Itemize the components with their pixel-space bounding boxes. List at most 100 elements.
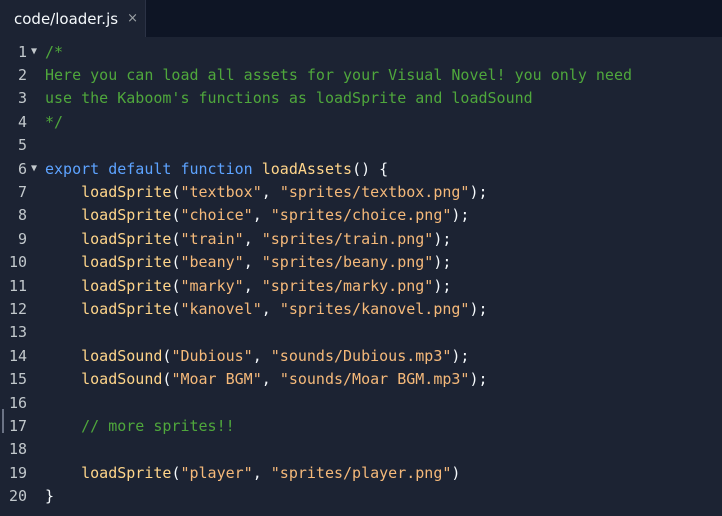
line-number: 6 xyxy=(17,159,27,178)
code-editor[interactable]: 1 ▼/* 2 Here you can load all assets for yo… xyxy=(0,40,722,516)
code-text: use the Kaboom's functions as loadSprite… xyxy=(45,89,533,107)
code-token-func: loadSprite xyxy=(81,206,172,225)
code-token-punct xyxy=(45,253,81,271)
code-text: export default function loadAssets() { xyxy=(45,160,388,178)
code-token-func: loadSound xyxy=(81,346,163,365)
tab-loader-js[interactable]: code/loader.js × xyxy=(0,0,146,37)
code-line[interactable]: 18 xyxy=(0,438,722,461)
line-number: 2 xyxy=(17,66,27,85)
code-token-keyword: default xyxy=(108,159,172,178)
code-line[interactable]: 1 ▼/* xyxy=(0,40,722,63)
code-line[interactable]: 15 loadSound("Moar BGM", "sounds/Moar BG… xyxy=(0,368,722,391)
code-line[interactable]: 14 loadSound("Dubious", "sounds/Dubious.… xyxy=(0,344,722,367)
code-token-string: "sounds/Moar BGM.mp3" xyxy=(279,370,470,389)
code-token-comment: /* xyxy=(45,42,64,61)
code-token-func: loadSprite xyxy=(81,463,172,482)
code-text: */ xyxy=(45,113,63,131)
code-line[interactable]: 13 xyxy=(0,321,722,344)
tab-bar: code/loader.js × xyxy=(0,0,722,37)
code-token-punct: ); xyxy=(451,346,470,365)
line-number: 18 xyxy=(8,440,27,459)
code-text: loadSound("Dubious", "sounds/Dubious.mp3… xyxy=(45,347,469,365)
code-token-punct: , xyxy=(243,253,262,272)
code-token-func: loadSprite xyxy=(81,183,172,202)
code-token-keyword: export xyxy=(45,159,100,178)
code-token-string: "player" xyxy=(180,463,253,482)
code-token-punct xyxy=(253,160,262,178)
code-token-comment: use the Kaboom's functions as loadSprite… xyxy=(45,89,533,108)
line-number: 5 xyxy=(17,136,27,155)
code-token-punct: ); xyxy=(451,206,470,225)
code-line[interactable]: 20} xyxy=(0,485,722,508)
code-line[interactable]: 4 */ xyxy=(0,110,722,133)
close-icon[interactable]: × xyxy=(127,11,138,26)
code-token-punct xyxy=(45,230,81,248)
code-line[interactable]: 11 loadSprite("marky", "sprites/marky.pn… xyxy=(0,274,722,297)
tab-title: code/loader.js xyxy=(14,9,119,28)
code-token-string: "sounds/Dubious.mp3" xyxy=(270,346,452,365)
line-number: 7 xyxy=(17,183,27,202)
code-token-punct xyxy=(45,370,81,388)
code-token-punct xyxy=(45,417,81,435)
code-token-string: "sprites/train.png" xyxy=(261,229,434,248)
line-number: 17 xyxy=(8,417,27,436)
code-token-punct: () { xyxy=(352,159,389,178)
code-token-func: loadSprite xyxy=(81,276,172,295)
code-line[interactable]: 3 use the Kaboom's functions as loadSprit… xyxy=(0,87,722,110)
line-number: 12 xyxy=(8,300,27,319)
code-line[interactable]: 7 loadSprite("textbox", "sprites/textbox… xyxy=(0,180,722,203)
code-line[interactable]: 16 xyxy=(0,391,722,414)
code-text: // more sprites!! xyxy=(45,417,235,435)
code-line[interactable]: 5 xyxy=(0,134,722,157)
code-token-punct: ); xyxy=(469,370,488,389)
code-line[interactable]: 9 loadSprite("train", "sprites/train.png… xyxy=(0,227,722,250)
code-token-punct: , xyxy=(252,463,271,482)
code-line[interactable]: 12 loadSprite("kanovel", "sprites/kanove… xyxy=(0,297,722,320)
code-text: loadSprite("textbox", "sprites/textbox.p… xyxy=(45,183,488,202)
code-line[interactable]: 19 loadSprite("player", "sprites/player.… xyxy=(0,461,722,484)
code-token-punct xyxy=(99,160,108,178)
fold-arrow-icon[interactable]: ▼ xyxy=(31,46,45,57)
code-line[interactable]: 10 loadSprite("beany", "sprites/beany.pn… xyxy=(0,251,722,274)
code-line[interactable]: 6 ▼ export default function loadAssets() { xyxy=(0,157,722,180)
code-token-keyword: function xyxy=(180,159,253,178)
code-token-punct: ); xyxy=(433,253,452,272)
code-token-punct xyxy=(45,347,81,365)
code-token-punct: , xyxy=(243,276,262,295)
code-token-punct: } xyxy=(45,487,55,506)
code-token-string: "sprites/player.png" xyxy=(270,463,452,482)
code-text: /* xyxy=(45,43,63,61)
line-number: 19 xyxy=(8,463,27,482)
code-line[interactable]: 17 // more sprites!! xyxy=(0,414,722,437)
code-text: loadSound("Moar BGM", "sounds/Moar BGM.m… xyxy=(45,370,488,389)
line-number: 3 xyxy=(17,89,27,108)
code-line[interactable]: 8 loadSprite("choice", "sprites/choice.p… xyxy=(0,204,722,227)
line-number: 14 xyxy=(8,346,27,365)
code-text: loadSprite("beany", "sprites/beany.png")… xyxy=(45,253,451,271)
code-token-string: "train" xyxy=(180,229,244,248)
line-number: 11 xyxy=(8,276,27,295)
code-token-punct: , xyxy=(252,206,271,225)
code-text: loadSprite("player", "sprites/player.png… xyxy=(45,464,460,482)
code-token-punct xyxy=(45,277,81,295)
fold-arrow-icon[interactable]: ▼ xyxy=(31,163,45,174)
code-token-string: "sprites/beany.png" xyxy=(261,253,434,272)
line-number: 16 xyxy=(8,393,27,412)
code-token-punct: ) xyxy=(451,463,461,482)
code-text: loadSprite("choice", "sprites/choice.png… xyxy=(45,206,469,224)
code-token-func: loadAssets xyxy=(261,159,353,178)
line-number: 10 xyxy=(8,253,27,272)
code-token-string: "kanovel" xyxy=(180,300,262,319)
code-token-string: "sprites/marky.png" xyxy=(261,276,434,295)
code-token-punct: ); xyxy=(469,183,488,202)
code-line[interactable]: 2 Here you can load all assets for your V… xyxy=(0,63,722,86)
code-token-func: loadSprite xyxy=(81,300,172,319)
code-token-punct: ); xyxy=(433,276,452,295)
code-token-punct: , xyxy=(252,346,271,365)
code-text: Here you can load all assets for your Vi… xyxy=(45,66,632,84)
code-token-punct xyxy=(45,300,81,318)
code-token-string: "beany" xyxy=(180,253,244,272)
code-token-func: loadSprite xyxy=(81,229,172,248)
line-number: 13 xyxy=(8,323,27,342)
line-number: 20 xyxy=(8,487,27,506)
